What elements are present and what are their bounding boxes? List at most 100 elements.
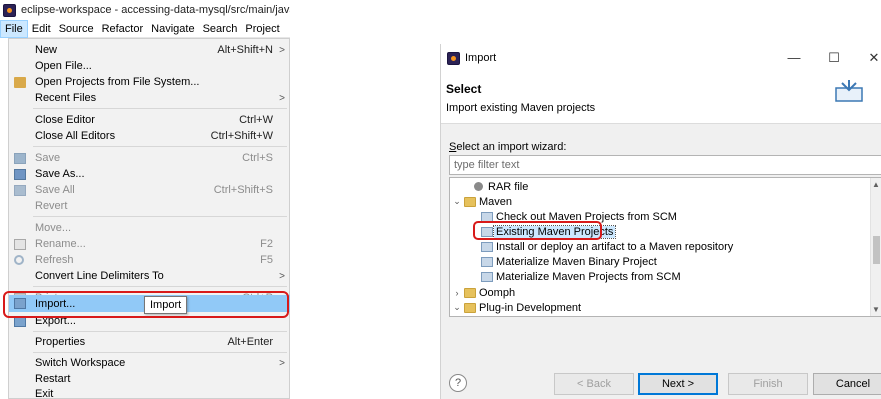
button-label: Finish: [753, 378, 783, 390]
dialog-title: Import: [465, 52, 497, 64]
menu-separator: [33, 216, 287, 217]
save-all-icon: [14, 185, 26, 196]
menu-item-convert-line-delimiters[interactable]: Convert Line Delimiters To >: [9, 268, 290, 284]
eclipse-window: eclipse-workspace - accessing-data-mysql…: [0, 0, 290, 399]
scroll-down-icon[interactable]: ▼: [872, 305, 880, 314]
dialog-title-bar: Import — ☐ ✕: [441, 44, 881, 74]
menu-separator: [33, 331, 287, 332]
cancel-button[interactable]: Cancel: [813, 373, 881, 395]
wizard-page-description: Import existing Maven projects: [446, 102, 596, 114]
menu-separator: [33, 286, 287, 287]
menu-item-close-all-editors[interactable]: Close All Editors Ctrl+Shift+W: [9, 128, 290, 144]
button-label: < Back: [577, 378, 611, 390]
maximize-button[interactable]: ☐: [826, 50, 842, 66]
tree-scrollbar[interactable]: ▲ ▼: [870, 178, 881, 316]
finish-button[interactable]: Finish: [728, 373, 808, 395]
menu-source[interactable]: Source: [55, 20, 98, 38]
back-button[interactable]: < Back: [554, 373, 634, 395]
chevron-down-icon[interactable]: ⌄: [452, 196, 462, 207]
menu-item-shortcut: Ctrl+W: [239, 114, 273, 126]
menu-item-close-editor[interactable]: Close Editor Ctrl+W: [9, 112, 290, 128]
menu-item-switch-workspace[interactable]: Switch Workspace >: [9, 355, 290, 371]
menu-bar: File Edit Source Refactor Navigate Searc…: [0, 19, 290, 38]
folder-open-icon: [464, 197, 476, 207]
scrollbar-thumb[interactable]: [873, 236, 880, 264]
tree-item-label: Install or deploy an artifact to a Maven…: [496, 240, 734, 253]
menu-item-label: Close All Editors: [35, 130, 116, 142]
save-icon: [14, 153, 26, 164]
menu-item-label: Save As...: [35, 168, 85, 180]
menu-item-label: Save: [35, 152, 61, 164]
refresh-icon: [14, 255, 24, 265]
menu-item-shortcut: Ctrl+S: [242, 152, 273, 164]
button-label: Next >: [661, 378, 695, 390]
menu-item-rename[interactable]: Rename... F2: [9, 236, 290, 252]
menu-item-revert[interactable]: Revert: [9, 198, 290, 214]
menu-item-restart[interactable]: Restart: [9, 371, 290, 387]
eclipse-app-icon: [447, 52, 460, 65]
minimize-button[interactable]: —: [786, 50, 802, 65]
menu-item-save-all[interactable]: Save All Ctrl+Shift+S: [9, 182, 290, 198]
menu-refactor[interactable]: Refactor: [98, 20, 148, 38]
tree-item-label: Materialize Maven Projects from SCM: [496, 270, 681, 283]
menu-item-shortcut: Alt+Enter: [227, 336, 273, 348]
menu-project[interactable]: Project: [241, 20, 283, 38]
menu-item-label: Exit: [35, 388, 54, 399]
tree-item-label: Maven: [479, 195, 513, 208]
menu-item-label: Recent Files: [35, 92, 97, 104]
submenu-arrow-icon: >: [279, 270, 285, 282]
help-button[interactable]: ?: [449, 374, 467, 392]
menu-separator: [33, 352, 287, 353]
label-text: elect an import wizard:: [456, 141, 567, 153]
menu-file[interactable]: File: [0, 19, 28, 38]
tree-item-label: Oomph: [479, 286, 516, 299]
maven-wizard-icon: [481, 257, 493, 267]
rar-icon: [474, 182, 483, 191]
menu-item-label: Refresh: [35, 254, 74, 266]
menu-item-recent-files[interactable]: Recent Files >: [9, 90, 290, 106]
folder-icon: [464, 288, 476, 298]
menu-item-label: Open File...: [35, 60, 92, 72]
menu-item-open-file[interactable]: Open File...: [9, 58, 290, 74]
menu-item-open-projects[interactable]: Open Projects from File System...: [9, 74, 290, 90]
filter-input[interactable]: [449, 155, 881, 175]
menu-item-label: Restart: [35, 373, 71, 385]
menu-item-label: New: [35, 44, 58, 56]
eclipse-app-icon: [3, 3, 16, 17]
menu-item-refresh[interactable]: Refresh F5: [9, 252, 290, 268]
menu-item-label: Move...: [35, 222, 72, 234]
chevron-right-icon[interactable]: ›: [452, 288, 462, 298]
window-title: eclipse-workspace - accessing-data-mysql…: [21, 4, 290, 16]
menu-edit[interactable]: Edit: [28, 20, 55, 38]
import-wizard-label: Select an import wizard:: [449, 141, 566, 153]
menu-item-label: Switch Workspace: [35, 357, 126, 369]
menu-item-shortcut: F5: [260, 254, 273, 266]
menu-item-label: Convert Line Delimiters To: [35, 270, 164, 282]
rename-icon: [14, 239, 26, 250]
menu-item-move[interactable]: Move...: [9, 220, 290, 236]
button-label: Cancel: [835, 378, 871, 390]
menu-item-shortcut: Alt+Shift+N: [217, 44, 273, 56]
menu-item-save[interactable]: Save Ctrl+S: [9, 150, 290, 166]
menu-search[interactable]: Search: [199, 20, 242, 38]
wizard-tree: RAR file ⌄ Maven Check out Maven Project…: [449, 177, 881, 317]
scroll-up-icon[interactable]: ▲: [872, 180, 880, 189]
maven-wizard-icon: [481, 242, 493, 252]
menu-item-save-as[interactable]: Save As...: [9, 166, 290, 182]
chevron-down-icon[interactable]: ⌄: [452, 302, 462, 313]
menu-navigate[interactable]: Navigate: [147, 20, 198, 38]
menu-item-shortcut: Ctrl+Shift+W: [210, 130, 273, 142]
menu-item-properties[interactable]: Properties Alt+Enter: [9, 334, 290, 350]
dialog-button-bar: ? < Back Next > Finish Cancel: [441, 369, 881, 399]
menu-item-label: Properties: [35, 336, 86, 348]
menu-item-new[interactable]: New Alt+Shift+N >: [9, 42, 290, 58]
file-menu-dropdown: New Alt+Shift+N > Open File... Open Proj…: [8, 38, 290, 399]
submenu-arrow-icon: >: [279, 92, 285, 104]
menu-separator: [33, 108, 287, 109]
close-button[interactable]: ✕: [866, 50, 881, 66]
tree-item-label: Materialize Maven Binary Project: [496, 255, 657, 268]
folder-open-icon: [464, 303, 476, 313]
menu-item-shortcut: F2: [260, 238, 273, 250]
menu-item-exit[interactable]: Exit: [9, 386, 290, 399]
next-button[interactable]: Next >: [638, 373, 718, 395]
